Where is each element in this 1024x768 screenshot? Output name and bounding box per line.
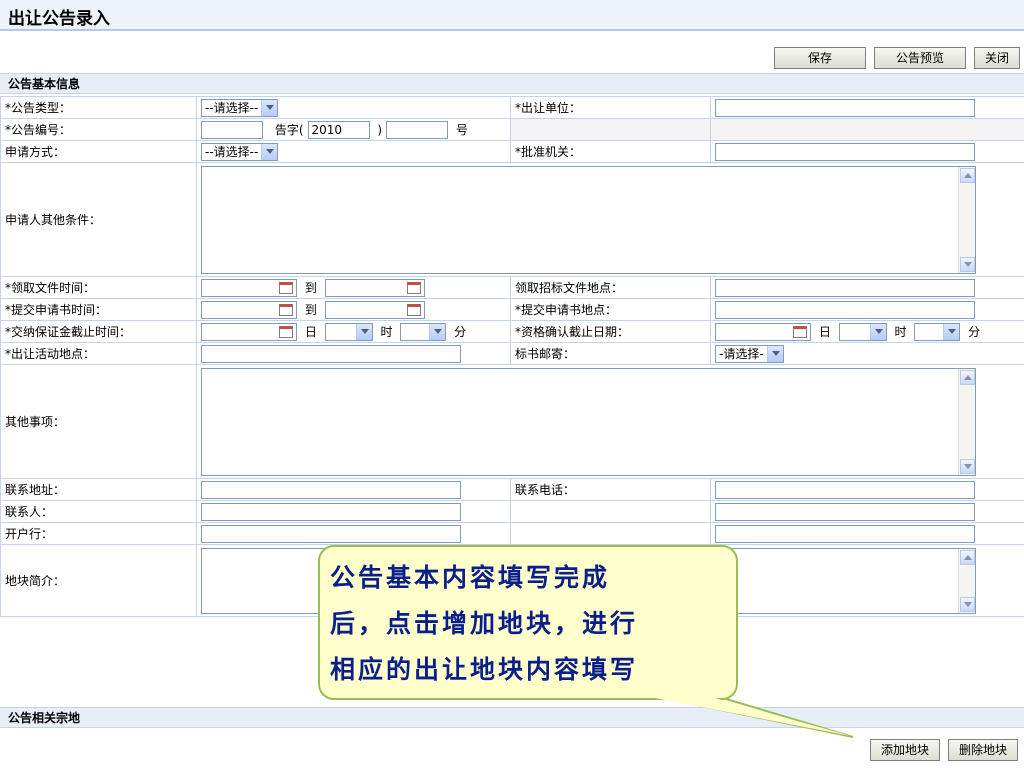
notice-type-select[interactable]: --请选择-- [201,98,279,117]
contact-phone-label: 联系电话： [510,478,711,501]
preview-button[interactable]: 公告预览 [873,47,966,69]
section-basic-info: 公告基本信息 [0,73,1024,94]
delete-parcel-button[interactable]: 删除地块 [947,739,1018,761]
notice-no-prefix-input[interactable] [201,120,263,139]
close-paren-label: ) [377,122,383,137]
calendar-icon[interactable] [279,281,293,294]
mail-label: 标书邮寄： [510,342,711,365]
chevron-down-icon [766,345,783,362]
scrollbar[interactable] [958,368,975,475]
hour-label: 时 [894,325,907,339]
scrollbar[interactable] [958,548,975,613]
scroll-up-icon[interactable] [960,167,975,183]
contact-person-label: 联系人： [0,500,197,523]
page-title: 出让公告录入 [8,9,110,29]
apply-method-select[interactable]: --请选择-- [201,142,279,161]
contact-person-input[interactable] [201,502,461,521]
callout-line-1: 公告基本内容填写完成 [330,563,611,592]
qual-deadline-label: *资格确认截止日期： [510,320,711,343]
day-label: 日 [818,325,831,339]
chevron-down-icon [355,323,372,340]
parcel-intro-label: 地块简介： [0,544,197,617]
day-label: 日 [304,325,317,339]
contact-phone-input[interactable] [715,480,975,499]
activity-place-input[interactable] [201,344,461,363]
scroll-down-icon[interactable] [960,596,975,612]
calendar-icon[interactable] [406,303,421,316]
chevron-down-icon [869,323,886,340]
scroll-up-icon[interactable] [960,549,975,565]
bank-extra-input[interactable] [715,524,975,543]
bank-input[interactable] [201,524,461,543]
scroll-down-icon[interactable] [960,256,975,272]
toolbar: 保存 公告预览 关闭 [773,47,1020,69]
chevron-down-icon [943,323,960,340]
activity-place-label: *出让活动地点： [0,342,197,365]
title-bar: 出让公告录入 [0,0,1024,31]
submit-place-label: *提交申请书地点： [510,298,711,321]
apply-method-label: 申请方式： [0,140,197,163]
deposit-deadline-label: *交纳保证金截止时间： [0,320,197,343]
gaozi-label: 告字( [274,123,304,137]
chevron-down-icon [261,143,278,160]
minute-label: 分 [454,325,467,339]
contact-extra-input[interactable] [715,502,975,521]
add-parcel-button[interactable]: 添加地块 [869,739,940,761]
calendar-icon[interactable] [279,325,293,338]
chevron-down-icon [429,323,446,340]
hour-label: 时 [380,325,393,339]
callout: 公告基本内容填写完成 后，点击增加地块，进行 相应的出让地块内容填写 [318,545,854,738]
approver-input[interactable] [715,142,975,161]
doc-place-input[interactable] [715,278,975,297]
notice-no-label: *公告编号： [0,118,197,141]
callout-box: 公告基本内容填写完成 后，点击增加地块，进行 相应的出让地块内容填写 [318,545,738,700]
callout-line-3: 相应的出让地块内容填写 [330,655,639,684]
notice-type-label: *公告类型： [0,96,197,119]
to-label: 到 [304,303,317,317]
mail-select[interactable]: -请选择- [715,344,784,363]
callout-line-2: 后，点击增加地块，进行 [330,609,639,638]
hao-label: 号 [455,123,468,137]
other-conditions-label: 申请人其他条件： [0,162,197,277]
calendar-icon[interactable] [793,325,807,338]
submit-place-input[interactable] [715,300,975,319]
contact-address-label: 联系地址： [0,478,197,501]
doc-time-label: *领取文件时间： [0,276,197,299]
parcel-buttons: 添加地块 删除地块 [869,739,1018,761]
minute-label: 分 [968,325,981,339]
seller-label: *出让单位： [510,96,711,119]
save-button[interactable]: 保存 [773,47,866,69]
notice-no-input[interactable] [386,120,449,139]
deposit-minute-select[interactable] [400,322,447,341]
scroll-up-icon[interactable] [960,369,975,385]
other-matters-textarea[interactable] [201,367,976,476]
other-matters-label: 其他事项： [0,364,197,479]
other-conditions-textarea[interactable] [201,165,976,274]
seller-input[interactable] [715,98,975,117]
scroll-down-icon[interactable] [960,458,975,474]
to-label: 到 [304,281,317,295]
calendar-icon[interactable] [406,281,421,294]
qual-minute-select[interactable] [914,322,961,341]
bank-label: 开户行： [0,522,197,545]
deposit-hour-select[interactable] [324,322,373,341]
chevron-down-icon [261,99,278,116]
scrollbar[interactable] [958,166,975,273]
close-button[interactable]: 关闭 [973,47,1020,69]
submit-time-label: *提交申请书时间： [0,298,197,321]
approver-label: *批准机关： [510,140,711,163]
calendar-icon[interactable] [279,303,293,316]
notice-form: *公告类型： --请选择-- *出让单位： *公告编号： 告字( ) 号 申请方… [0,96,1024,617]
doc-place-label: 领取招标文件地点： [510,276,711,299]
qual-hour-select[interactable] [838,322,887,341]
contact-address-input[interactable] [201,480,461,499]
notice-year-input[interactable] [307,120,370,139]
